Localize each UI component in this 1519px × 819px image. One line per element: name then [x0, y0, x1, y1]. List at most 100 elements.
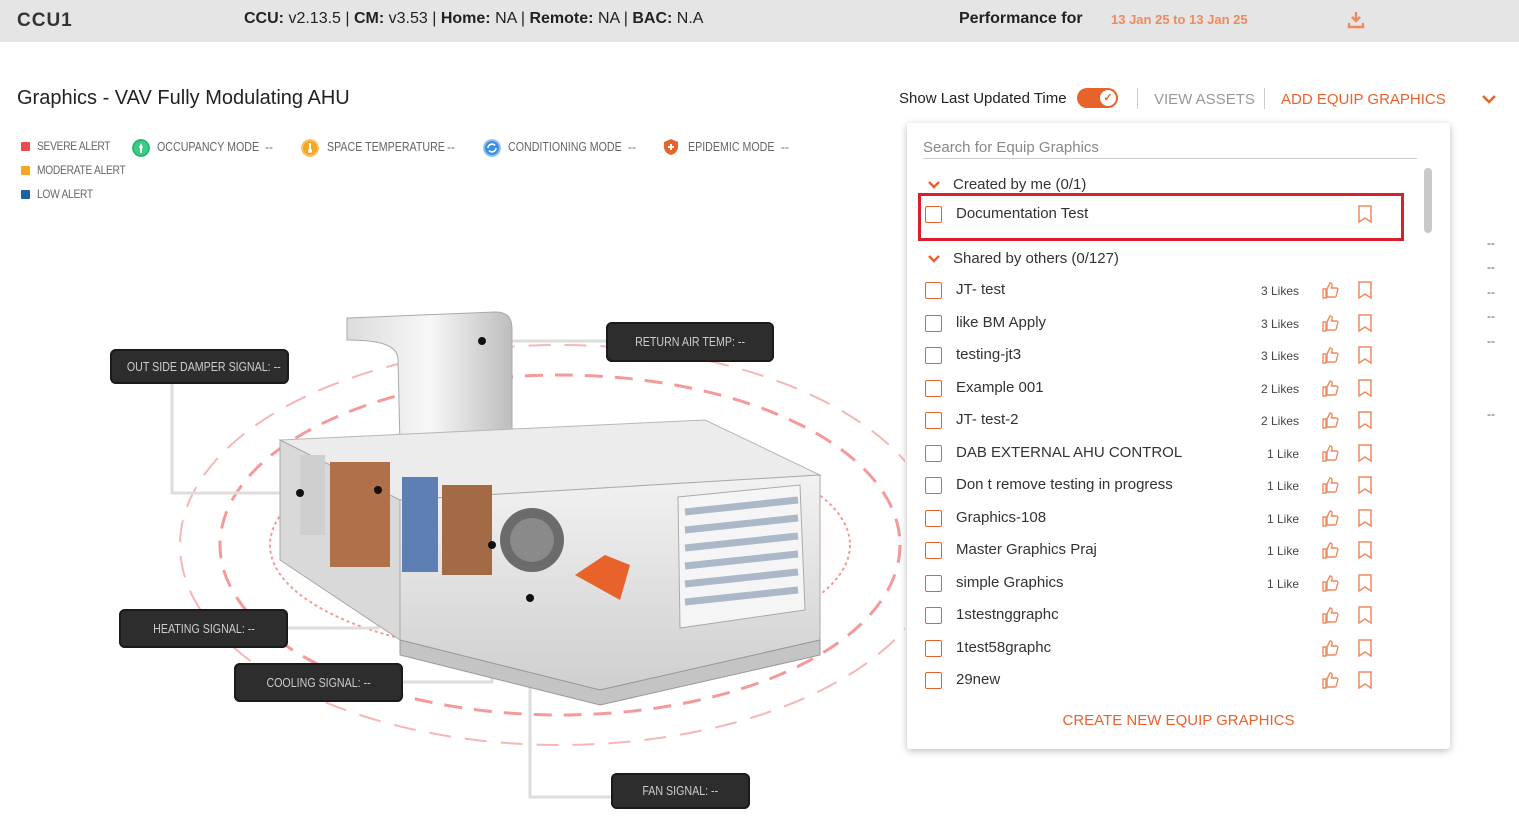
thumbs-up-icon[interactable] [1321, 605, 1341, 625]
performance-date-range[interactable]: 13 Jan 25 to 13 Jan 25 [1111, 12, 1248, 27]
list-item[interactable]: 1test58graphc [925, 637, 1395, 661]
conditioning-icon [483, 139, 501, 157]
list-item[interactable]: Example 001 2 Likes [925, 377, 1395, 401]
item-name: 1stestnggraphc [956, 606, 1059, 623]
thumbs-up-icon[interactable] [1321, 443, 1341, 463]
item-name: simple Graphics [956, 573, 1064, 591]
checkbox[interactable] [925, 444, 942, 462]
checkbox[interactable] [925, 347, 942, 364]
bookmark-icon[interactable] [1357, 605, 1373, 625]
likes-count: 1 Like [1266, 544, 1299, 558]
bookmark-icon[interactable] [1357, 540, 1373, 560]
checkbox[interactable] [925, 477, 942, 494]
list-item[interactable]: Documentation Test [925, 203, 1395, 227]
toggle-check-icon: ✓ [1100, 90, 1116, 106]
point-value: -- [1487, 407, 1495, 421]
divider [1264, 88, 1265, 109]
item-name: JT- test [956, 281, 1006, 298]
list-item[interactable]: Don t remove testing in progress 1 Like [925, 474, 1395, 498]
checkbox[interactable] [925, 607, 942, 624]
thumbs-up-icon[interactable] [1321, 345, 1341, 365]
checkbox[interactable] [925, 412, 942, 429]
moderate-alert-label: MODERATE ALERT [37, 163, 126, 177]
return-air-temp-text: RETURN AIR TEMP: -- [635, 334, 745, 349]
bookmark-icon[interactable] [1357, 280, 1373, 300]
list-item[interactable]: like BM Apply 3 Likes [925, 312, 1395, 336]
item-name: Don t remove testing in progress [956, 476, 1173, 493]
point-value: -- [1487, 260, 1495, 274]
equip-graphics-dropdown: Created by me (0/1) Documentation Test S… [907, 123, 1450, 749]
scrollbar[interactable] [1424, 168, 1432, 233]
thumbs-up-icon[interactable] [1321, 638, 1341, 658]
thumbs-up-icon[interactable] [1321, 410, 1341, 430]
thumbs-up-icon[interactable] [1321, 378, 1341, 398]
checkbox[interactable] [925, 542, 942, 559]
remote-label: Remote: [529, 10, 594, 27]
list-item[interactable]: DAB EXTERNAL AHU CONTROL 1 Like [925, 442, 1395, 466]
bookmark-icon[interactable] [1357, 508, 1373, 528]
checkbox[interactable] [925, 574, 942, 592]
bookmark-icon[interactable] [1357, 204, 1373, 224]
bookmark-icon[interactable] [1357, 345, 1373, 365]
created-by-me-section[interactable]: Created by me (0/1) [927, 176, 1086, 193]
checkbox[interactable] [925, 379, 942, 397]
list-item[interactable]: Graphics-108 1 Like [925, 507, 1395, 531]
point-value: -- [1487, 309, 1495, 323]
create-new-equip-graphics-button[interactable]: CREATE NEW EQUIP GRAPHICS [907, 712, 1450, 729]
list-item[interactable]: JT- test-2 2 Likes [925, 409, 1395, 433]
likes-count: 1 Like [1266, 479, 1299, 493]
ccu-name: CCU1 [17, 10, 73, 31]
search-equip-graphics-input[interactable] [923, 137, 1417, 159]
list-item[interactable]: testing-jt3 3 Likes [925, 344, 1395, 368]
bookmark-icon[interactable] [1357, 638, 1373, 658]
point-value: -- [1487, 285, 1495, 299]
bookmark-icon[interactable] [1357, 313, 1373, 333]
severe-alert-label: SEVERE ALERT [37, 139, 111, 153]
item-name: testing-jt3 [956, 346, 1022, 363]
download-icon[interactable] [1346, 10, 1366, 30]
thumbs-up-icon[interactable] [1321, 670, 1341, 690]
shared-by-others-section[interactable]: Shared by others (0/127) [927, 250, 1119, 267]
list-item[interactable]: simple Graphics 1 Like [925, 572, 1395, 596]
home-value: NA [495, 10, 517, 27]
chevron-down-icon[interactable] [1480, 90, 1498, 108]
checkbox[interactable] [925, 509, 942, 527]
top-bar: CCU1 CCU: v2.13.5 | CM: v3.53 | Home: NA… [0, 0, 1519, 42]
chevron-down-icon[interactable] [927, 180, 941, 190]
show-last-updated-toggle[interactable]: ✓ [1077, 88, 1118, 108]
checkbox[interactable] [925, 314, 942, 332]
bookmark-icon[interactable] [1357, 378, 1373, 398]
list-item[interactable]: 29new [925, 669, 1395, 693]
ccu-version: v2.13.5 [288, 10, 341, 27]
thumbs-up-icon[interactable] [1321, 475, 1341, 495]
bookmark-icon[interactable] [1357, 475, 1373, 495]
item-name: Graphics-108 [956, 508, 1047, 526]
checkbox[interactable] [925, 639, 942, 657]
checkbox[interactable] [925, 672, 942, 689]
bookmark-icon[interactable] [1357, 410, 1373, 430]
thumbs-up-icon[interactable] [1321, 313, 1341, 333]
bookmark-icon[interactable] [1357, 670, 1373, 690]
fan-signal-text: FAN SIGNAL: -- [642, 783, 719, 798]
list-item[interactable]: 1stestnggraphc [925, 604, 1395, 628]
thumbs-up-icon[interactable] [1321, 508, 1341, 528]
bookmark-icon[interactable] [1357, 443, 1373, 463]
likes-count: 1 Like [1266, 511, 1299, 526]
thumbs-up-icon[interactable] [1321, 573, 1341, 593]
page-title: Graphics - VAV Fully Modulating AHU [17, 87, 350, 109]
bookmark-icon[interactable] [1357, 573, 1373, 593]
cm-version: v3.53 [388, 10, 428, 27]
severe-alert-swatch [21, 142, 30, 151]
list-item[interactable]: JT- test 3 Likes [925, 279, 1395, 303]
thumbs-up-icon[interactable] [1321, 280, 1341, 300]
list-item[interactable]: Master Graphics Praj 1 Like [925, 539, 1395, 563]
add-equip-graphics-link[interactable]: ADD EQUIP GRAPHICS [1281, 91, 1446, 108]
thumbs-up-icon[interactable] [1321, 540, 1341, 560]
conditioning-mode-label: CONDITIONING MODE [508, 139, 622, 154]
checkbox[interactable] [925, 282, 942, 299]
occupancy-mode-value: -- [265, 140, 273, 154]
checkbox[interactable] [925, 206, 942, 223]
chevron-down-icon[interactable] [927, 254, 941, 264]
item-name: like BM Apply [956, 313, 1047, 331]
view-assets-link[interactable]: VIEW ASSETS [1154, 91, 1255, 108]
